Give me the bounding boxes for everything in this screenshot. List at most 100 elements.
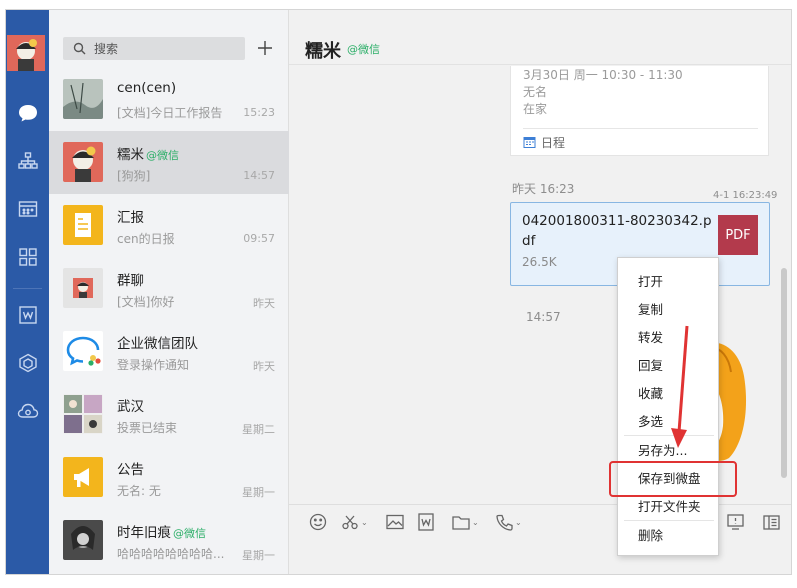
conversation-preview: 无名: 无 (117, 484, 161, 498)
conversation-name: cen(cen) (117, 80, 177, 96)
emoji-icon (309, 513, 327, 531)
conversation-time: 昨天 (253, 297, 275, 310)
avatar (63, 394, 103, 434)
avatar (63, 142, 103, 182)
conversation-name: 汇报 (117, 210, 144, 226)
conversation-preview: 投票已结束 (117, 421, 178, 435)
conversation-item[interactable]: 武汉 投票已结束 星期二 (49, 383, 289, 446)
file-name: 042001800311-80230342.pdf (522, 213, 712, 249)
avatar (63, 205, 103, 245)
avatar (63, 268, 103, 308)
apps-nav-icon[interactable] (6, 242, 49, 272)
file-size: 26.5K (522, 255, 557, 269)
conversation-item[interactable]: 糯米 @微信 [狗狗] 14:57 (49, 131, 289, 194)
schedule-card[interactable]: 3月30日 周一 10:30 - 11:30 无名 在家 日程 (510, 66, 769, 156)
conversation-name: 武汉 (117, 399, 144, 415)
menu-item-forward[interactable]: 转发 (618, 322, 718, 350)
menu-item-open[interactable]: 打开 (618, 266, 718, 294)
wechat-tag: @微信 (347, 43, 380, 56)
conversation-preview: 登录操作通知 (117, 358, 190, 372)
chevron-down-icon: ⌄ (361, 517, 368, 527)
menu-item-copy[interactable]: 复制 (618, 294, 718, 322)
chat-header: 糯米 @微信 (289, 10, 791, 65)
conversation-item[interactable]: 汇报 cen的日报 09:57 (49, 194, 289, 257)
conversation-name: 企业微信团队 (117, 336, 198, 352)
avatar (63, 79, 103, 119)
conversation-preview: 哈哈哈哈哈哈哈哈... (117, 547, 225, 561)
emoji-button[interactable] (309, 511, 327, 533)
side-panel-button[interactable] (763, 511, 780, 533)
calendar-icon (523, 137, 536, 148)
sidebar-panel-icon (763, 514, 780, 530)
scissors-icon (342, 515, 358, 530)
avatar (63, 520, 103, 560)
calendar-nav-icon[interactable] (6, 194, 49, 224)
image-icon (386, 514, 404, 530)
chat-title: 糯米 (305, 41, 341, 62)
conversation-item[interactable]: 企业微信团队 登录操作通知 昨天 (49, 320, 289, 383)
conversation-item[interactable]: 公告 无名: 无 星期一 (49, 446, 289, 509)
document-button[interactable] (418, 511, 434, 533)
chat-scrollbar[interactable] (781, 268, 787, 478)
schedule-line: 无名 (523, 85, 548, 99)
my-avatar[interactable] (7, 35, 45, 71)
menu-item-open-folder[interactable]: 打开文件夹 (618, 491, 718, 519)
conversation-time: 星期一 (242, 549, 275, 562)
document-icon (418, 513, 434, 531)
call-button[interactable]: ⌄ (496, 511, 522, 533)
phone-icon (496, 514, 513, 531)
context-menu: 打开 复制 转发 回复 收藏 多选 另存为... 保存到微盘 打开文件夹 删除 (617, 257, 719, 556)
menu-item-favorite[interactable]: 收藏 (618, 378, 718, 406)
conversation-time: 14:57 (243, 169, 275, 182)
menu-item-delete[interactable]: 删除 (618, 520, 718, 548)
conversation-time: 15:23 (243, 106, 275, 119)
document-nav-icon[interactable] (6, 300, 49, 330)
folder-icon (452, 515, 470, 530)
schedule-time: 3月30日 周一 10:30 - 11:30 (523, 68, 683, 82)
conversation-time: 星期一 (242, 486, 275, 499)
avatar (63, 331, 103, 371)
wechat-tag: @微信 (146, 149, 179, 162)
chevron-down-icon: ⌄ (515, 517, 522, 527)
folder-button[interactable]: ⌄ (452, 511, 479, 533)
timestamp: 昨天 16:23 (512, 182, 575, 196)
left-rail (6, 10, 49, 574)
search-icon (73, 42, 86, 55)
menu-item-multiselect[interactable]: 多选 (618, 406, 718, 434)
conversation-name: 时年旧痕 @微信 (117, 525, 206, 541)
conversation-name: 公告 (117, 462, 144, 478)
workbench-nav-icon[interactable] (6, 348, 49, 378)
conversation-item[interactable]: 群聊 [文档]你好 昨天 (49, 257, 289, 320)
conversation-item[interactable]: 时年旧痕 @微信 哈哈哈哈哈哈哈哈... 星期一 (49, 509, 289, 572)
file-timestamp: 4-1 16:23:49 (713, 190, 778, 201)
add-button[interactable] (253, 36, 277, 60)
screenshot-button[interactable]: ⌄ (341, 511, 368, 533)
search-input[interactable]: 搜索 (63, 37, 245, 60)
menu-item-save-as[interactable]: 另存为... (618, 435, 718, 463)
plus-icon (258, 41, 272, 55)
cloud-drive-nav-icon[interactable] (6, 396, 49, 426)
conversation-time: 09:57 (243, 232, 275, 245)
chat-nav-icon[interactable] (6, 98, 49, 128)
schedule-footer: 日程 (523, 134, 565, 151)
wechat-tag: @微信 (173, 527, 206, 540)
monitor-icon (727, 514, 744, 530)
pdf-file-icon: PDF (718, 215, 758, 255)
image-button[interactable] (386, 511, 404, 533)
avatar (63, 457, 103, 497)
conversation-preview: [狗狗] (117, 169, 151, 183)
conversation-time: 星期二 (242, 423, 275, 436)
menu-item-reply[interactable]: 回复 (618, 350, 718, 378)
contacts-nav-icon[interactable] (6, 146, 49, 176)
rail-divider (13, 288, 42, 289)
conversation-name: 群聊 (117, 273, 144, 289)
conversation-preview: cen的日报 (117, 232, 175, 246)
conversation-preview: [文档]你好 (117, 295, 175, 309)
conversation-time: 昨天 (253, 360, 275, 373)
conversation-item[interactable]: cen(cen) [文档]今日工作报告 15:23 (49, 68, 289, 131)
timestamp: 14:57 (526, 310, 561, 324)
conversation-list: 搜索 cen(cen) [文档]今日工作报告 15:23 糯米 @微信 [狗狗] … (49, 10, 289, 574)
search-placeholder: 搜索 (94, 42, 119, 56)
menu-item-save-to-drive[interactable]: 保存到微盘 (618, 463, 718, 491)
screen-share-button[interactable] (727, 511, 744, 533)
